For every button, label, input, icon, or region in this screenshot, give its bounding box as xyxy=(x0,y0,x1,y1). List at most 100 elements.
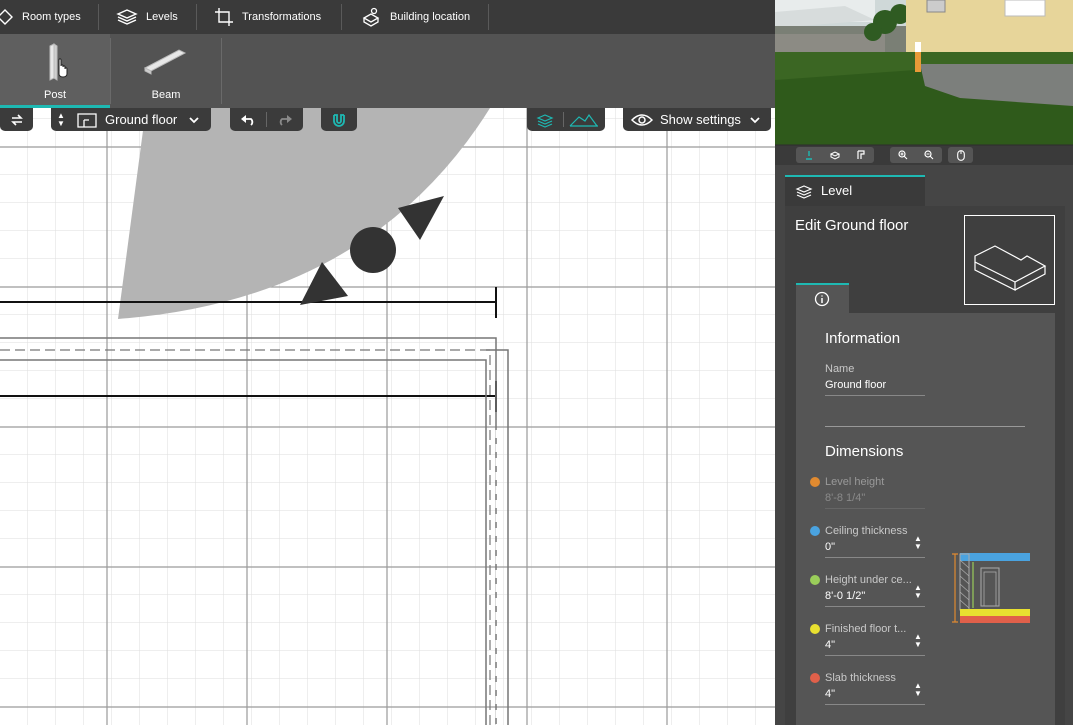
beam-tool-label: Beam xyxy=(151,89,181,101)
slab-thickness-color-dot xyxy=(810,673,820,683)
post-tool-label: Post xyxy=(43,89,66,101)
redo-icon xyxy=(279,114,292,126)
magnet-icon xyxy=(333,113,345,127)
transformations-label: Transformations xyxy=(242,11,322,23)
beam-tool-button[interactable]: Beam xyxy=(111,34,221,108)
toolbar-divider xyxy=(488,4,489,30)
undo-button[interactable] xyxy=(230,114,266,126)
level-section-diagram xyxy=(952,553,1030,623)
floor-plan-canvas[interactable] xyxy=(0,108,775,725)
field-underline xyxy=(825,704,925,705)
level-stepper-icon[interactable]: ▲ ▼ xyxy=(53,111,69,128)
elevation-icon[interactable] xyxy=(856,150,866,160)
tool-divider xyxy=(110,38,111,104)
show-settings-label: Show settings xyxy=(660,112,741,127)
top-toolbar: Room types Levels Transformations Buildi… xyxy=(0,0,775,34)
camera-controls xyxy=(796,147,874,163)
3d-preview[interactable] xyxy=(775,0,1073,165)
chevron-down-icon xyxy=(189,116,199,123)
height-under-ceiling-label: Height under ce... xyxy=(825,574,912,586)
swap-button[interactable] xyxy=(0,108,33,131)
panel-title: Edit Ground floor xyxy=(795,217,909,234)
level-select[interactable]: ▲ ▼ Ground floor xyxy=(51,108,211,131)
layers-view-button[interactable] xyxy=(527,112,563,128)
levels-button[interactable]: Levels xyxy=(116,0,178,34)
slab-thickness-label: Slab thickness xyxy=(825,672,896,684)
view-mode-controls xyxy=(527,108,605,131)
building-location-icon xyxy=(362,7,380,27)
height-under-ceiling-stepper[interactable]: ▲ ▼ xyxy=(914,584,922,600)
beam-icon xyxy=(143,49,187,75)
ceiling-thickness-field[interactable]: 0" xyxy=(825,541,835,553)
toolbar-divider xyxy=(341,4,342,30)
magnet-snap-button[interactable] xyxy=(321,108,357,131)
field-underline xyxy=(825,508,925,509)
field-underline xyxy=(825,395,925,396)
level-height-color-dot xyxy=(810,477,820,487)
post-tool-button[interactable]: Post xyxy=(0,34,110,108)
transformations-button[interactable]: Transformations xyxy=(214,0,321,34)
slab-thickness-stepper[interactable]: ▲ ▼ xyxy=(914,682,922,698)
eye-icon xyxy=(631,113,653,126)
ceiling-thickness-stepper[interactable]: ▲ ▼ xyxy=(914,535,922,551)
info-icon xyxy=(814,291,830,307)
undo-icon xyxy=(241,114,254,126)
name-field[interactable]: Ground floor xyxy=(825,379,925,391)
room-types-label: Room types xyxy=(22,11,81,23)
mouse-icon xyxy=(956,149,965,161)
history-controls xyxy=(230,108,303,131)
slab-thickness-field[interactable]: 4" xyxy=(825,688,835,700)
finished-floor-field[interactable]: 4" xyxy=(825,639,835,651)
toolbar-divider xyxy=(98,4,99,30)
layers-icon xyxy=(795,185,813,199)
finished-floor-label: Finished floor t... xyxy=(825,623,907,635)
redo-button[interactable] xyxy=(267,114,303,126)
orbit-icon[interactable] xyxy=(829,150,841,160)
tab-level-label: Level xyxy=(821,183,853,198)
show-settings-button[interactable]: Show settings xyxy=(623,108,771,131)
level-thumbnail xyxy=(964,215,1055,305)
post-icon xyxy=(49,43,68,81)
chevron-down-icon xyxy=(750,116,760,123)
field-underline xyxy=(825,557,925,558)
crop-icon xyxy=(215,8,233,26)
finished-floor-color-dot xyxy=(810,624,820,634)
field-underline xyxy=(825,655,925,656)
layers-icon xyxy=(116,9,138,25)
zoom-out-icon[interactable] xyxy=(924,150,934,160)
field-underline xyxy=(825,606,925,607)
information-heading: Information xyxy=(825,330,901,347)
layers-icon xyxy=(536,113,554,128)
height-under-ceiling-color-dot xyxy=(810,575,820,585)
floor-plan-icon xyxy=(77,112,97,128)
plan-drawing xyxy=(0,108,775,725)
zoom-controls xyxy=(890,147,942,163)
tab-level[interactable]: Level xyxy=(785,175,925,206)
zoom-in-icon[interactable] xyxy=(898,150,908,160)
terrain-icon xyxy=(569,113,598,127)
level-height-label: Level height xyxy=(825,476,885,488)
level-select-value: Ground floor xyxy=(105,112,178,127)
3d-scene xyxy=(775,0,1073,165)
tool-divider xyxy=(221,38,222,104)
ceiling-thickness-label: Ceiling thickness xyxy=(825,525,908,537)
height-under-ceiling-field[interactable]: 8'-0 1/2" xyxy=(825,590,865,602)
room-types-button[interactable]: Room types xyxy=(0,0,81,34)
name-label: Name xyxy=(825,363,855,375)
level-shape-icon xyxy=(974,245,1047,291)
building-location-button[interactable]: Building location xyxy=(360,0,470,34)
mouse-mode-button[interactable] xyxy=(948,147,973,163)
building-location-label: Building location xyxy=(390,11,471,23)
tab-information[interactable] xyxy=(796,283,849,313)
swap-icon xyxy=(10,113,23,126)
finished-floor-stepper[interactable]: ▲ ▼ xyxy=(914,633,922,649)
level-height-field: 8'-8 1/4" xyxy=(825,492,866,504)
ceiling-thickness-color-dot xyxy=(810,526,820,536)
walk-icon[interactable] xyxy=(804,150,814,160)
toolbar-divider xyxy=(196,4,197,30)
section-divider xyxy=(825,426,1025,427)
tag-icon xyxy=(0,9,13,25)
dimensions-heading: Dimensions xyxy=(825,443,904,460)
levels-label: Levels xyxy=(146,11,178,23)
terrain-view-button[interactable] xyxy=(564,113,604,127)
